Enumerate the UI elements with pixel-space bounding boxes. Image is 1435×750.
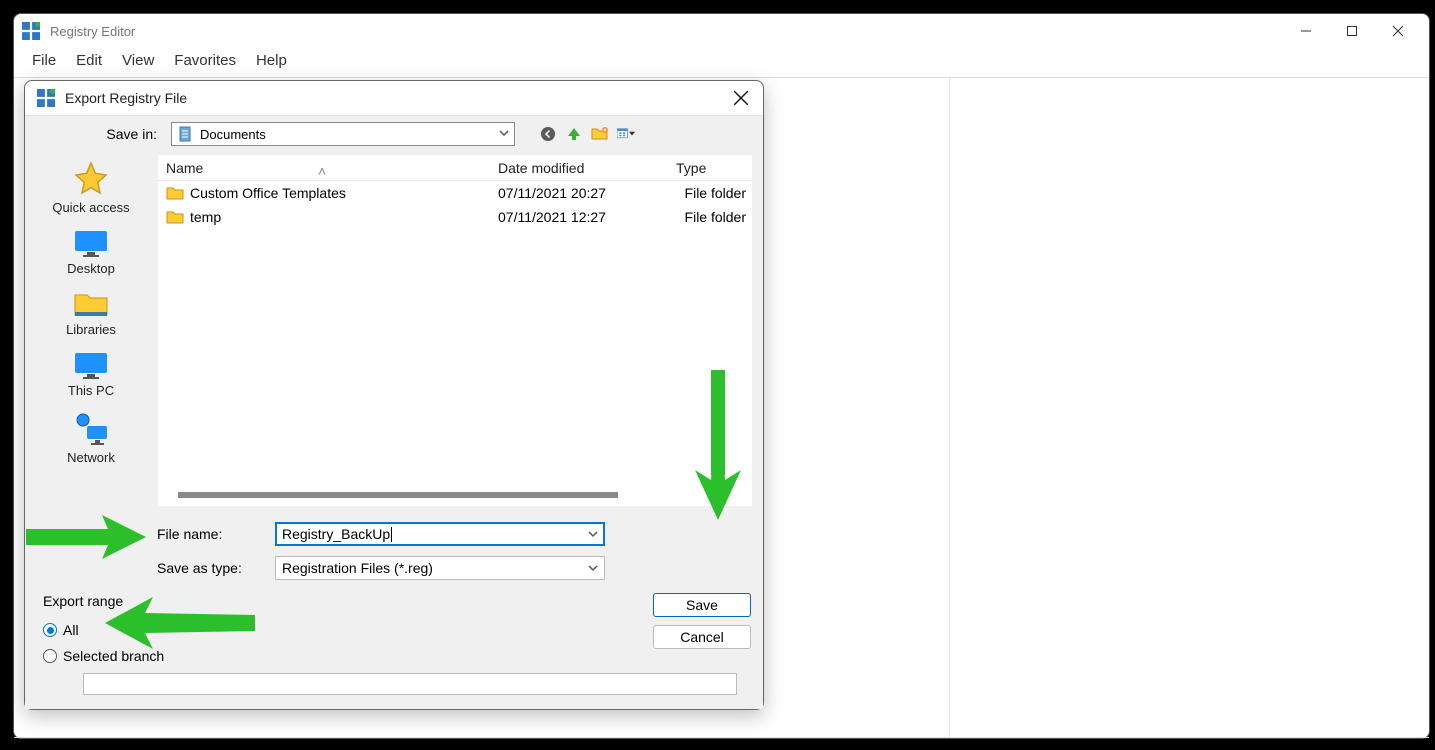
menu-file[interactable]: File [32, 52, 56, 69]
file-name-label: File name: [157, 526, 267, 542]
file-row[interactable]: Custom Office Templates 07/11/2021 20:27… [158, 181, 752, 205]
file-type: File folder [676, 209, 752, 225]
dialog-close-button[interactable] [731, 88, 751, 108]
dialog-title: Export Registry File [65, 90, 721, 106]
folder-icon [166, 186, 184, 200]
save-as-type-value: Registration Files (*.reg) [282, 560, 433, 576]
regedit-icon [22, 22, 40, 40]
regedit-icon [37, 89, 55, 107]
file-list[interactable]: Name ˄ Date modified Type Custom Office … [157, 154, 753, 507]
column-headers[interactable]: Name ˄ Date modified Type [158, 155, 752, 181]
selected-branch-input[interactable] [83, 673, 737, 695]
radio-selected-branch[interactable]: Selected branch [43, 643, 749, 669]
new-folder-button[interactable] [591, 125, 609, 143]
places-bar: Quick access Desktop Libraries This PC [25, 154, 157, 507]
dialog-titlebar: Export Registry File [25, 81, 763, 115]
col-name[interactable]: Name [166, 160, 203, 176]
radio-all[interactable]: All [43, 617, 749, 643]
cancel-button[interactable]: Cancel [653, 625, 751, 649]
save-button[interactable]: Save [653, 593, 751, 617]
save-in-dropdown[interactable]: Documents [171, 122, 515, 146]
sort-indicator-icon: ˄ [318, 163, 326, 179]
col-date[interactable]: Date modified [498, 160, 676, 176]
maximize-button[interactable] [1329, 15, 1375, 47]
place-label: Desktop [67, 261, 115, 276]
menu-edit[interactable]: Edit [76, 52, 102, 69]
place-this-pc[interactable]: This PC [68, 351, 114, 398]
titlebar: Registry Editor [14, 14, 1429, 48]
place-quick-access[interactable]: Quick access [52, 160, 129, 215]
menu-help[interactable]: Help [256, 52, 287, 69]
text-caret [391, 527, 392, 542]
save-as-type-label: Save as type: [157, 560, 267, 576]
folder-icon [166, 210, 184, 224]
place-network[interactable]: Network [67, 412, 115, 465]
save-in-row: Save in: Documents [25, 115, 763, 154]
save-in-value: Documents [200, 127, 266, 142]
file-type: File folder [676, 185, 752, 201]
place-libraries[interactable]: Libraries [66, 290, 116, 337]
chevron-down-icon [498, 127, 510, 139]
menu-favorites[interactable]: Favorites [174, 52, 236, 69]
radio-icon [43, 649, 57, 663]
radio-label: All [63, 622, 79, 638]
file-date: 07/11/2021 12:27 [498, 209, 676, 225]
file-name: temp [190, 209, 221, 225]
file-name-input[interactable]: Registry_BackUp [275, 522, 605, 546]
window-title: Registry Editor [50, 24, 135, 39]
file-row[interactable]: temp 07/11/2021 12:27 File folder [158, 205, 752, 229]
place-label: This PC [68, 383, 114, 398]
export-range-legend: Export range [43, 593, 749, 609]
save-in-label: Save in: [37, 126, 157, 142]
documents-icon [178, 126, 194, 142]
view-menu-button[interactable] [617, 125, 635, 143]
file-name: Custom Office Templates [190, 185, 346, 201]
minimize-button[interactable] [1283, 15, 1329, 47]
back-button[interactable] [539, 125, 557, 143]
place-label: Libraries [66, 322, 116, 337]
chevron-down-icon [587, 562, 599, 574]
save-as-type-dropdown[interactable]: Registration Files (*.reg) [275, 556, 605, 580]
col-type[interactable]: Type [676, 160, 752, 176]
place-label: Quick access [52, 200, 129, 215]
close-button[interactable] [1375, 15, 1421, 47]
horizontal-scrollbar[interactable] [178, 492, 618, 498]
pane-divider[interactable] [949, 78, 950, 737]
radio-icon [43, 623, 57, 637]
menu-view[interactable]: View [122, 52, 154, 69]
export-registry-file-dialog: Export Registry File Save in: Documents [24, 80, 764, 710]
file-date: 07/11/2021 20:27 [498, 185, 676, 201]
file-name-value: Registry_BackUp [282, 526, 390, 542]
file-form: File name: Registry_BackUp Save as type:… [25, 507, 763, 589]
radio-label: Selected branch [63, 648, 164, 664]
place-label: Network [67, 450, 115, 465]
chevron-down-icon [587, 528, 599, 540]
menubar: File Edit View Favorites Help [14, 48, 1429, 77]
place-desktop[interactable]: Desktop [67, 229, 115, 276]
up-one-level-button[interactable] [565, 125, 583, 143]
